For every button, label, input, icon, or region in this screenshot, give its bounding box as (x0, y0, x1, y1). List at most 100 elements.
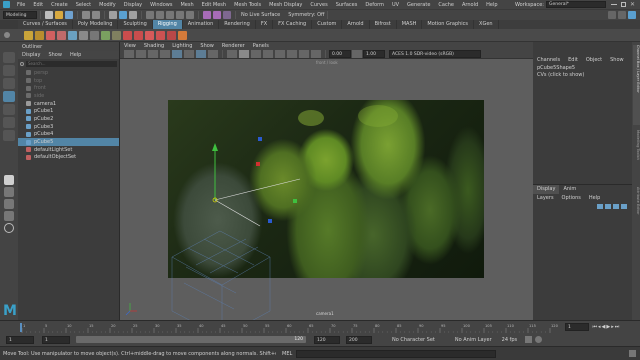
menu-cache[interactable]: Cache (434, 2, 458, 8)
open-scene-icon[interactable] (55, 11, 63, 19)
go-to-start-icon[interactable]: ⏮ (593, 324, 598, 330)
outliner-item[interactable]: pCube3 (18, 123, 119, 131)
outliner-menu-help[interactable]: Help (66, 52, 85, 58)
play-back-icon[interactable]: ◀ (602, 324, 606, 330)
shelf-tab-rigging[interactable]: Rigging (152, 20, 183, 29)
viewport-menu-view[interactable]: View (120, 43, 140, 49)
outliner-item[interactable]: camera1 (18, 100, 119, 108)
wireframe-icon[interactable] (227, 50, 237, 58)
xray-icon[interactable] (311, 50, 321, 58)
auto-key-icon[interactable] (525, 336, 533, 343)
snap-grid-icon[interactable] (146, 11, 154, 19)
outliner-menu-show[interactable]: Show (44, 52, 66, 58)
shelf-tab-bifrost[interactable]: Bifrost (370, 20, 397, 29)
viewport-menu-shading[interactable]: Shading (140, 43, 168, 49)
snap-view-icon[interactable] (176, 11, 184, 19)
symmetry-dropdown[interactable]: Symmetry: Off (288, 12, 324, 18)
channel-menu-channels[interactable]: Channels (533, 57, 564, 63)
smooth-shade-icon[interactable] (239, 50, 249, 58)
camera-attributes-icon[interactable] (136, 50, 146, 58)
lasso-tool-icon[interactable] (3, 65, 15, 76)
fps-dropdown[interactable]: 24 fps (502, 337, 518, 343)
viewport-menu-show[interactable]: Show (196, 43, 218, 49)
redo-icon[interactable] (92, 11, 100, 19)
command-language-label[interactable]: MEL (282, 351, 292, 357)
menu-create[interactable]: Create (47, 2, 72, 8)
layout-outliner-icon[interactable] (4, 211, 14, 221)
move-tool-icon[interactable] (3, 91, 15, 102)
shelf-parent-constraint-icon[interactable] (156, 30, 165, 40)
shelf-tab-curves-surfaces[interactable]: Curves / Surfaces (18, 20, 73, 29)
range-bar[interactable]: 120 (76, 336, 306, 343)
snap-surface-icon[interactable] (186, 11, 194, 19)
viewport-menu-panels[interactable]: Panels (249, 43, 273, 49)
menu-display[interactable]: Display (120, 2, 146, 8)
menu-edit[interactable]: Edit (29, 2, 47, 8)
new-layer-from-selection-icon[interactable] (621, 204, 627, 209)
shelf-bind-skin-icon[interactable] (57, 30, 66, 40)
exposure-field[interactable]: 0.00 (329, 50, 351, 58)
channel-box-hint[interactable]: CVs (click to show) (533, 72, 632, 79)
layer-tab-anim[interactable]: Anim (559, 185, 580, 194)
start-frame-field[interactable]: 1 (6, 335, 34, 344)
resolution-gate-icon[interactable] (196, 50, 206, 58)
shelf-tab-poly-modeling[interactable]: Poly Modeling (73, 20, 119, 29)
mode-dropdown[interactable]: Modeling (3, 11, 37, 19)
undo-icon[interactable] (82, 11, 90, 19)
play-forward-icon[interactable]: ▶ (606, 324, 610, 330)
playhead[interactable] (20, 323, 22, 332)
rotate-tool-icon[interactable] (3, 104, 15, 115)
shelf-tab-fx-caching[interactable]: FX Caching (273, 20, 313, 29)
layer-up-icon[interactable] (597, 204, 603, 209)
shelf-aim-constraint-icon[interactable] (134, 30, 143, 40)
preferences-icon[interactable] (535, 336, 543, 343)
outliner-item[interactable]: front (18, 84, 119, 92)
step-forward-icon[interactable]: ▸ (611, 324, 614, 330)
shelf-ik-handle-icon[interactable] (35, 30, 44, 40)
layer-menu-options[interactable]: Options (558, 195, 585, 201)
grid-toggle-icon[interactable] (172, 50, 182, 58)
current-frame-field[interactable]: 1 (565, 323, 589, 331)
select-component-icon[interactable] (129, 11, 137, 19)
menu-generate[interactable]: Generate (403, 2, 434, 8)
lights-icon[interactable] (263, 50, 273, 58)
close-icon[interactable]: ✕ (630, 1, 635, 8)
shelf-tab-rendering[interactable]: Rendering (219, 20, 256, 29)
layout-single-icon[interactable] (4, 175, 14, 185)
end-range-field[interactable]: 120 (314, 335, 340, 344)
outliner-item[interactable]: pCube2 (18, 115, 119, 123)
outliner-item[interactable]: pCube5 (18, 138, 119, 146)
select-tool-icon[interactable] (3, 52, 15, 63)
anim-layer-dropdown[interactable]: No Anim Layer (455, 337, 492, 343)
start-range-field[interactable]: 1 (42, 335, 70, 344)
select-camera-icon[interactable] (124, 50, 134, 58)
shelf-tab-xgen[interactable]: XGen (474, 20, 499, 29)
character-set-dropdown[interactable]: No Character Set (392, 337, 435, 343)
shelf-blendshape-icon[interactable] (101, 30, 110, 40)
side-tab-modelling-toolkit[interactable]: Modelling Toolkit (633, 130, 640, 182)
shelf-lattice-icon[interactable] (90, 30, 99, 40)
layer-menu-layers[interactable]: Layers (533, 195, 558, 201)
last-tool-icon[interactable] (3, 130, 15, 141)
menu-help[interactable]: Help (482, 2, 501, 8)
paint-select-tool-icon[interactable] (3, 78, 15, 89)
new-empty-layer-icon[interactable] (613, 204, 619, 209)
layout-four-icon[interactable] (4, 187, 14, 197)
textured-icon[interactable] (251, 50, 261, 58)
shelf-tab-custom[interactable]: Custom (312, 20, 343, 29)
bookmarks-icon[interactable] (148, 50, 158, 58)
shelf-paint-weights-icon[interactable] (68, 30, 77, 40)
isolate-select-icon[interactable] (299, 50, 309, 58)
script-editor-icon[interactable] (629, 350, 636, 357)
image-plane-icon[interactable] (160, 50, 170, 58)
shelf-wrap-icon[interactable] (112, 30, 121, 40)
outliner-item[interactable]: top (18, 77, 119, 85)
layer-menu-help[interactable]: Help (585, 195, 604, 201)
menu-edit-mesh[interactable]: Edit Mesh (198, 2, 230, 8)
outliner-item[interactable]: defaultLightSet (18, 146, 119, 154)
scale-tool-icon[interactable] (3, 117, 15, 128)
ambient-occlusion-icon[interactable] (287, 50, 297, 58)
command-line-input[interactable] (296, 349, 497, 358)
channel-menu-object[interactable]: Object (582, 57, 606, 63)
layer-tab-display[interactable]: Display (533, 185, 560, 194)
